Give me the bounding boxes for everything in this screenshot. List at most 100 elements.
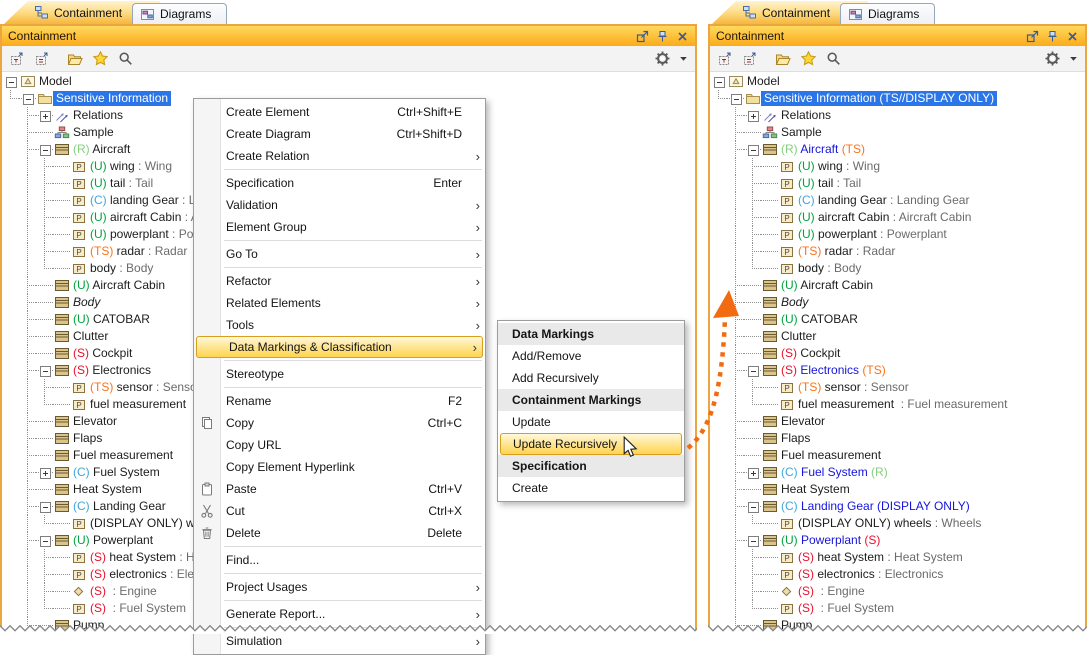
menu-item-related-elements[interactable]: Related Elements› [194, 292, 485, 314]
tree-row[interactable]: P(C) landing Gear : Landing Gear [710, 192, 1085, 209]
close-icon[interactable] [1066, 30, 1079, 43]
expand-toggle[interactable] [23, 94, 34, 105]
tree-row[interactable]: P(S) : Fuel System [710, 600, 1085, 617]
menu-item-create-diagram[interactable]: Create DiagramCtrl+Shift+D [194, 123, 485, 145]
expand-toggle[interactable] [40, 145, 51, 156]
close-icon[interactable] [676, 30, 689, 43]
menu-item-copy[interactable]: CopyCtrl+C [194, 412, 485, 434]
tree-row[interactable]: P(TS) radar : Radar [710, 243, 1085, 260]
tree-row[interactable]: Sample [710, 124, 1085, 141]
expand-toggle[interactable] [40, 536, 51, 547]
menu-item-specification[interactable]: SpecificationEnter [194, 172, 485, 194]
open-diagram-icon[interactable] [67, 51, 83, 67]
menu-item-create-relation[interactable]: Create Relation› [194, 145, 485, 167]
menu-item-stereotype[interactable]: Stereotype [194, 363, 485, 385]
open-diagram-icon[interactable] [775, 51, 791, 67]
menu-item-cut[interactable]: CutCtrl+X [194, 500, 485, 522]
expand-toggle[interactable] [40, 502, 51, 513]
expand-toggle[interactable] [748, 468, 759, 479]
collapse-selected-icon[interactable] [742, 51, 758, 67]
menu-item-add-remove[interactable]: Add/Remove [498, 345, 684, 367]
expand-toggle[interactable] [714, 77, 725, 88]
expand-toggle[interactable] [748, 366, 759, 377]
tree-row[interactable]: Body [710, 294, 1085, 311]
menu-item-element-group[interactable]: Element Group› [194, 216, 485, 238]
tree-row[interactable]: Fuel measurement [710, 447, 1085, 464]
menu-item-update-recursively[interactable]: Update Recursively [500, 433, 682, 455]
tree-row[interactable]: Clutter [710, 328, 1085, 345]
caret-down-icon[interactable] [1069, 51, 1078, 67]
menu-item-generate-report[interactable]: Generate Report...› [194, 603, 485, 625]
tree-row[interactable]: Relations [710, 107, 1085, 124]
search-icon[interactable] [825, 51, 841, 67]
tree-row[interactable]: Model [710, 73, 1085, 90]
menu-item-validation[interactable]: Validation› [194, 194, 485, 216]
menu-item-create-element[interactable]: Create ElementCtrl+Shift+E [194, 101, 485, 123]
menu-item-paste[interactable]: PasteCtrl+V [194, 478, 485, 500]
menu-item-simulation[interactable]: Simulation› [194, 630, 485, 652]
tree-row[interactable]: (U) CATOBAR [710, 311, 1085, 328]
menu-item-tools[interactable]: Tools› [194, 314, 485, 336]
menu-item-create[interactable]: Create [498, 477, 684, 499]
menu-item-update[interactable]: Update [498, 411, 684, 433]
tree-row[interactable]: P(U) aircraft Cabin : Aircraft Cabin [710, 209, 1085, 226]
menu-item-go-to[interactable]: Go To› [194, 243, 485, 265]
menu-item-copy-url[interactable]: Copy URL [194, 434, 485, 456]
tree-row[interactable]: (S) Electronics (TS) [710, 362, 1085, 379]
tree-row[interactable]: P(U) tail : Tail [710, 175, 1085, 192]
menu-item-delete[interactable]: DeleteDelete [194, 522, 485, 544]
tree-row[interactable]: Elevator [710, 413, 1085, 430]
float-window-icon[interactable] [1026, 30, 1039, 43]
favorites-icon[interactable] [92, 51, 108, 67]
caret-down-icon[interactable] [679, 51, 688, 67]
tree-row[interactable]: Sensitive Information (TS//DISPLAY ONLY) [710, 90, 1085, 107]
tree-row[interactable]: Model [2, 73, 695, 90]
tab-diagrams[interactable]: Diagrams [840, 3, 935, 24]
expand-toggle[interactable] [748, 502, 759, 513]
tree-row[interactable]: Heat System [710, 481, 1085, 498]
float-window-icon[interactable] [636, 30, 649, 43]
tree-row[interactable]: (U) Aircraft Cabin [710, 277, 1085, 294]
tree-row[interactable]: P(U) powerplant : Powerplant [710, 226, 1085, 243]
menu-item-find[interactable]: Find... [194, 549, 485, 571]
collapse-all-icon[interactable] [9, 51, 25, 67]
tree-row[interactable]: (U) Powerplant (S) [710, 532, 1085, 549]
expand-toggle[interactable] [40, 468, 51, 479]
pin-icon[interactable] [1046, 30, 1059, 43]
tree-row[interactable]: Pump [710, 617, 1085, 632]
settings-gear-icon[interactable] [654, 51, 670, 67]
tree-row[interactable]: (S) Cockpit [710, 345, 1085, 362]
expand-toggle[interactable] [40, 366, 51, 377]
expand-toggle[interactable] [6, 77, 17, 88]
collapse-selected-icon[interactable] [34, 51, 50, 67]
tree-row[interactable]: P(S) heat System : Heat System [710, 549, 1085, 566]
expand-toggle[interactable] [748, 145, 759, 156]
menu-item-copy-element-hyperlink[interactable]: Copy Element Hyperlink [194, 456, 485, 478]
tab-diagrams[interactable]: Diagrams [132, 3, 227, 24]
search-icon[interactable] [117, 51, 133, 67]
expand-toggle[interactable] [748, 536, 759, 547]
tree-row[interactable]: (S) : Engine [710, 583, 1085, 600]
expand-toggle[interactable] [40, 111, 51, 122]
tree-row[interactable]: Pfuel measurement : Fuel measurement [710, 396, 1085, 413]
tree-row[interactable]: Pbody : Body [710, 260, 1085, 277]
tree-row[interactable]: P(TS) sensor : Sensor [710, 379, 1085, 396]
menu-item-project-usages[interactable]: Project Usages› [194, 576, 485, 598]
tree-row[interactable]: (C) Landing Gear (DISPLAY ONLY) [710, 498, 1085, 515]
menu-item-rename[interactable]: RenameF2 [194, 390, 485, 412]
tree-row[interactable]: (C) Fuel System (R) [710, 464, 1085, 481]
expand-toggle[interactable] [748, 111, 759, 122]
settings-gear-icon[interactable] [1044, 51, 1060, 67]
menu-item-add-recursively[interactable]: Add Recursively [498, 367, 684, 389]
collapse-all-icon[interactable] [717, 51, 733, 67]
pin-icon[interactable] [656, 30, 669, 43]
favorites-icon[interactable] [800, 51, 816, 67]
menu-item-refactor[interactable]: Refactor› [194, 270, 485, 292]
tree-row[interactable]: P(S) electronics : Electronics [710, 566, 1085, 583]
menu-item-data-markings-classification[interactable]: Data Markings & Classification› [196, 336, 483, 358]
tree-row[interactable]: P(U) wing : Wing [710, 158, 1085, 175]
tree-row[interactable]: (R) Aircraft (TS) [710, 141, 1085, 158]
tree-row[interactable]: Flaps [710, 430, 1085, 447]
expand-toggle[interactable] [731, 94, 742, 105]
tree-row[interactable]: P(DISPLAY ONLY) wheels : Wheels [710, 515, 1085, 532]
